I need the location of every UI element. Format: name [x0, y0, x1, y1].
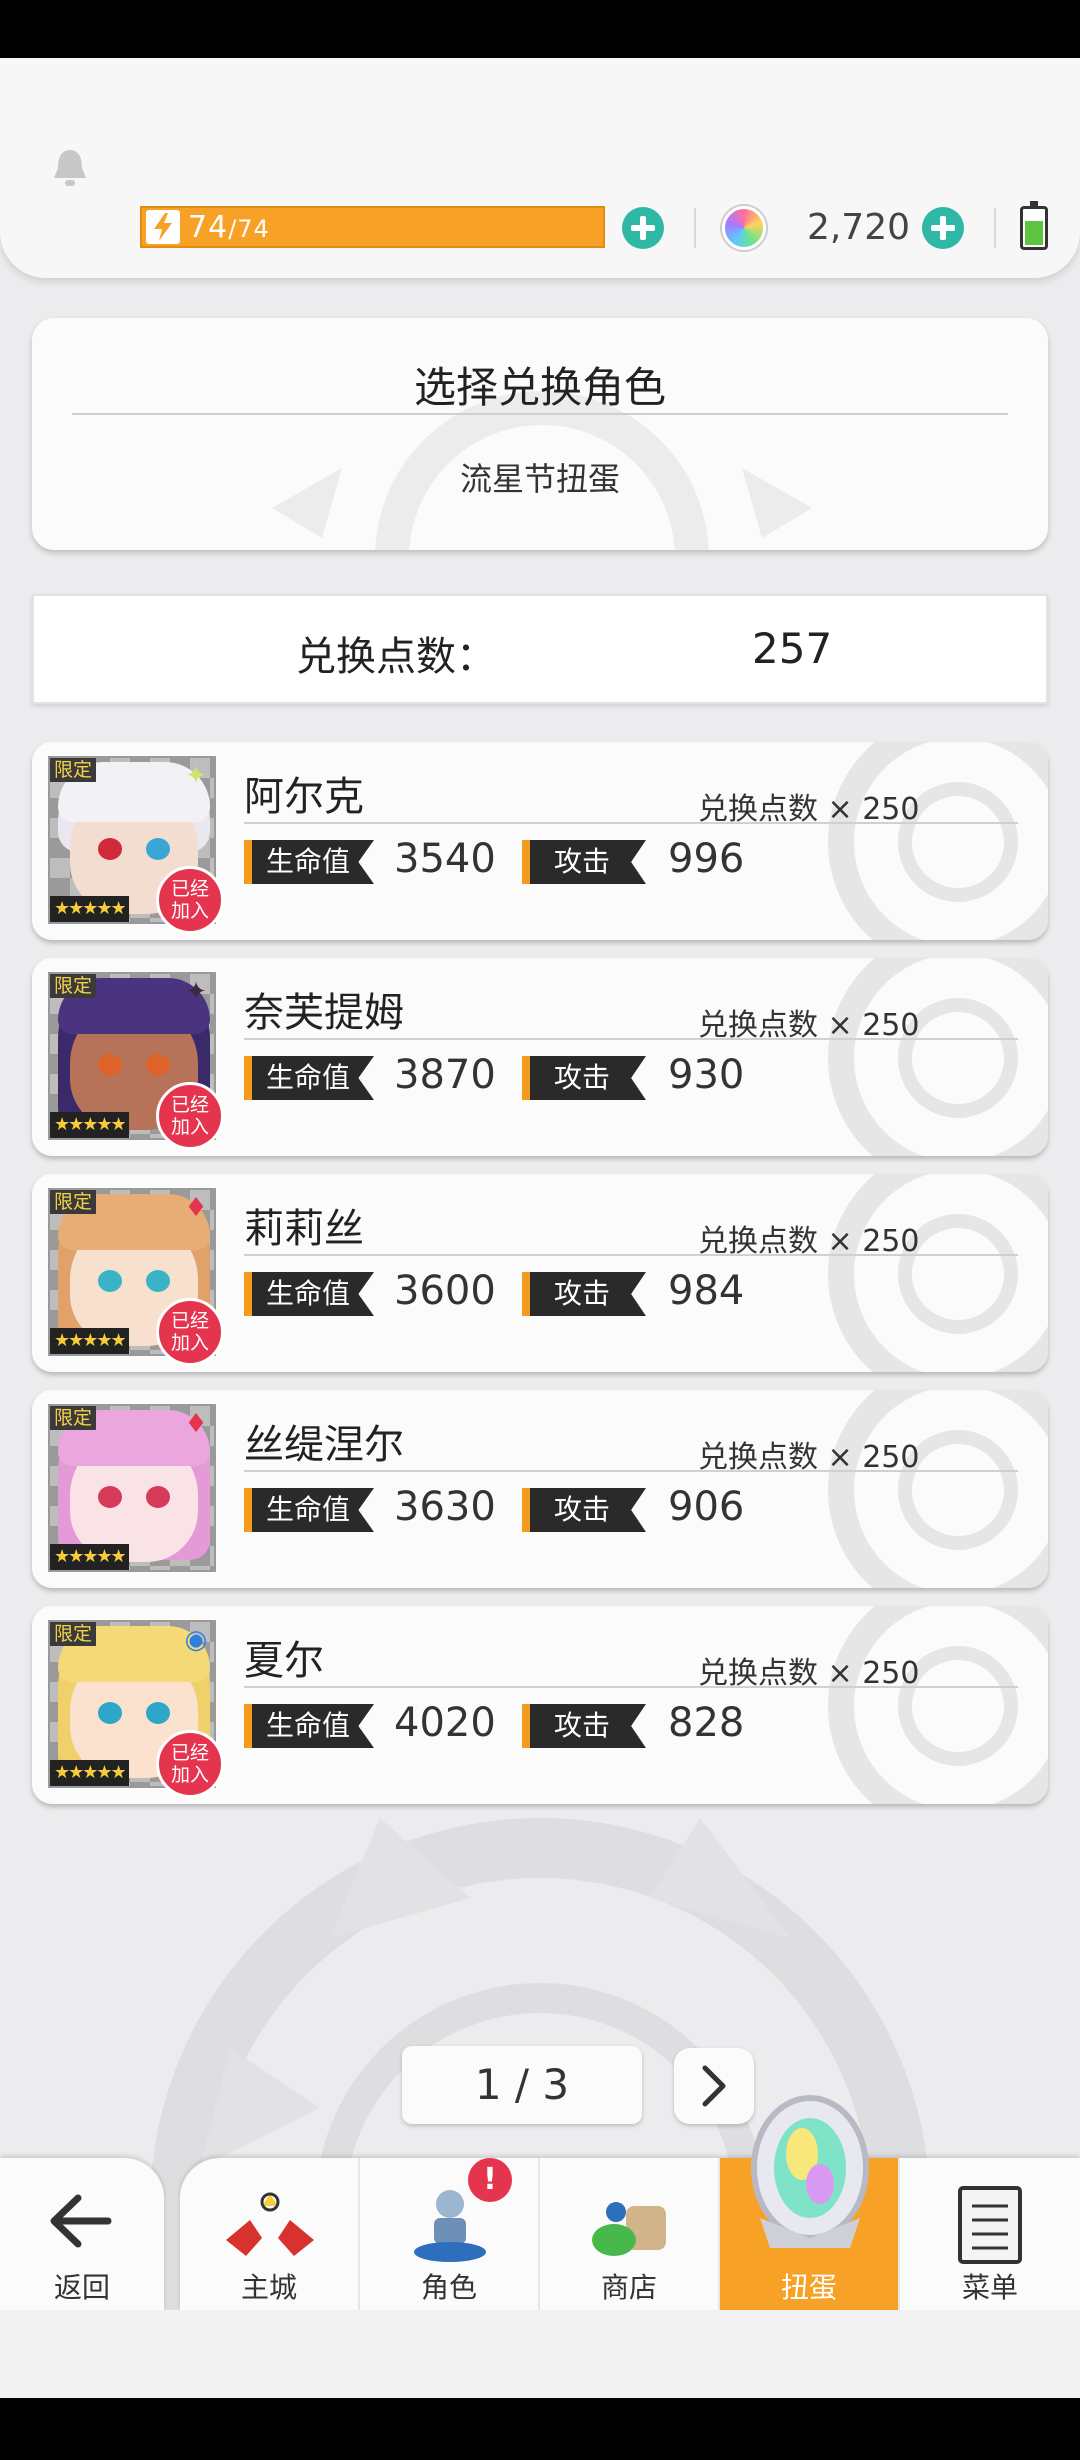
page-title: 选择兑换角色: [413, 363, 666, 412]
gem-count: 2,720: [806, 207, 910, 248]
joined-badge: 已经 加入: [156, 1730, 224, 1798]
system-navigation-bar: [0, 2398, 1080, 2460]
atk-label: 攻击: [522, 1056, 646, 1100]
rarity-stars: ★★★★★: [50, 1328, 129, 1354]
fire-diamond-icon: ♦: [184, 1193, 208, 1223]
footer-strip: [0, 2310, 1080, 2398]
hp-label: 生命值: [244, 1272, 374, 1316]
limited-tag: 限定: [50, 1406, 97, 1430]
exchange-title-panel: 选择兑换角色 流星节扭蛋: [32, 318, 1048, 550]
water-circle-icon: ◉: [184, 1625, 208, 1655]
hp-value: 4020: [394, 1700, 496, 1746]
rarity-stars: ★★★★★: [50, 896, 129, 922]
character-card[interactable]: 限定 ★★★★★ ✦ 已经 加入 阿尔克 兑换点数 × 250 生命值 3540 …: [32, 742, 1048, 940]
gacha-crystal-icon: [751, 2095, 869, 2248]
nav-gacha[interactable]: 扭蛋: [720, 2095, 900, 2310]
exchange-points-label: 兑换点数：: [296, 634, 496, 680]
system-status-bar: [0, 0, 1080, 58]
gacha-name: 流星节扭蛋: [459, 460, 620, 498]
notification-badge: !: [468, 2158, 512, 2202]
battery-icon: [1020, 201, 1048, 250]
atk-value: 996: [668, 836, 745, 882]
hp-value: 3540: [394, 836, 496, 882]
character-name: 莉莉丝: [244, 1206, 364, 1252]
chevron-right-icon: [702, 2065, 726, 2107]
stamina-bar: 74/74: [140, 206, 605, 248]
stamina-value: 74/74: [188, 209, 270, 245]
back-button[interactable]: 返回: [0, 2158, 164, 2310]
hp-value: 3600: [394, 1268, 496, 1314]
hp-label: 生命值: [244, 1488, 374, 1532]
gem-icon: [722, 206, 766, 250]
light-star-icon: ✦: [185, 761, 207, 791]
page-indicator: 1 / 3: [402, 2046, 642, 2124]
character-card[interactable]: 限定 ★★★★★ ✦ 已经 加入 奈芙提姆 兑换点数 × 250 生命值 3870…: [32, 958, 1048, 1156]
character-portrait: 限定 ★★★★★ ♦: [48, 1404, 216, 1572]
exchange-points-value: 257: [752, 624, 833, 673]
atk-label: 攻击: [522, 1272, 646, 1316]
shop-bag-icon: [592, 2202, 666, 2256]
atk-value: 828: [668, 1700, 745, 1746]
rarity-stars: ★★★★★: [50, 1112, 129, 1138]
notification-bell-icon[interactable]: [50, 146, 90, 190]
atk-value: 930: [668, 1052, 745, 1098]
nav-shop[interactable]: 商店: [540, 2158, 720, 2310]
character-card[interactable]: 限定 ★★★★★ ◉ 已经 加入 夏尔 兑换点数 × 250 生命值 4020 攻…: [32, 1606, 1048, 1804]
hp-label: 生命值: [244, 840, 374, 884]
atk-label: 攻击: [522, 1704, 646, 1748]
character-card[interactable]: 限定 ★★★★★ ♦ 已经 加入 莉莉丝 兑换点数 × 250 生命值 3600 …: [32, 1174, 1048, 1372]
lightning-icon: [146, 210, 180, 244]
atk-value: 906: [668, 1484, 745, 1530]
atk-label: 攻击: [522, 1488, 646, 1532]
hp-label: 生命值: [244, 1704, 374, 1748]
limited-tag: 限定: [50, 974, 97, 998]
atk-value: 984: [668, 1268, 745, 1314]
character-card[interactable]: 限定 ★★★★★ ♦ 丝缇涅尔 兑换点数 × 250 生命值 3630 攻击 9…: [32, 1390, 1048, 1588]
divider: [694, 208, 696, 248]
rarity-stars: ★★★★★: [50, 1760, 129, 1786]
character-name: 夏尔: [244, 1638, 324, 1684]
back-label: 返回: [53, 2271, 110, 2304]
menu-list-icon: [958, 2186, 1022, 2264]
add-gems-button[interactable]: [922, 207, 964, 249]
castle-icon: [226, 2192, 314, 2256]
limited-tag: 限定: [50, 1190, 97, 1214]
arrow-left-icon: [50, 2194, 112, 2248]
character-name: 丝缇涅尔: [244, 1422, 404, 1468]
nav-characters[interactable]: ! 角色: [360, 2158, 540, 2310]
divider: [994, 208, 996, 248]
dark-star-icon: ✦: [185, 977, 207, 1007]
fire-diamond-icon: ♦: [184, 1409, 208, 1439]
joined-badge: 已经 加入: [156, 866, 224, 934]
limited-tag: 限定: [50, 758, 97, 782]
atk-label: 攻击: [522, 840, 646, 884]
character-name: 阿尔克: [244, 774, 364, 820]
hp-value: 3630: [394, 1484, 496, 1530]
hp-label: 生命值: [244, 1056, 374, 1100]
bottom-navigation: 主城 ! 角色 商店 扭蛋 菜单: [180, 2095, 1080, 2310]
add-stamina-button[interactable]: [622, 207, 664, 249]
exchange-points-panel: 兑换点数： 257: [32, 594, 1048, 704]
joined-badge: 已经 加入: [156, 1082, 224, 1150]
nav-menu[interactable]: 菜单: [900, 2158, 1080, 2310]
joined-badge: 已经 加入: [156, 1298, 224, 1366]
limited-tag: 限定: [50, 1622, 97, 1646]
character-name: 奈芙提姆: [244, 990, 404, 1036]
hp-value: 3870: [394, 1052, 496, 1098]
rarity-stars: ★★★★★: [50, 1544, 129, 1570]
nav-main-city[interactable]: 主城: [180, 2158, 360, 2310]
